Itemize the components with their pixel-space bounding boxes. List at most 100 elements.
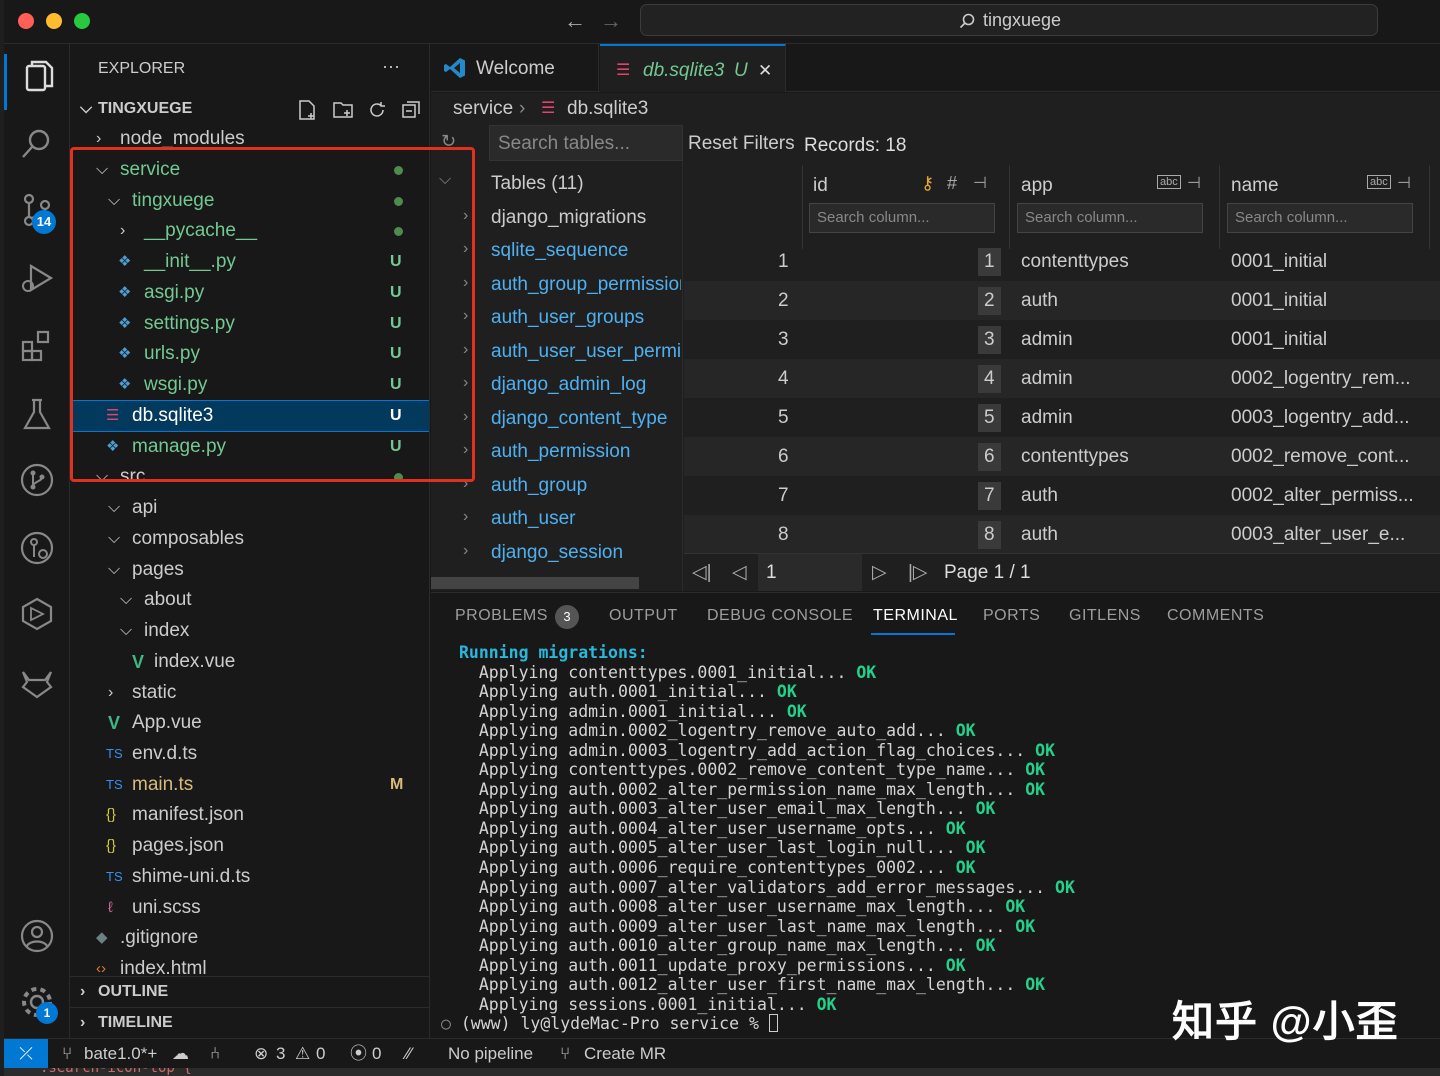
table-row[interactable]: 5 5 admin 0003_logentry_add... [684, 398, 1440, 437]
remote-indicator-icon[interactable]: ⤫ [4, 1039, 48, 1069]
table-item[interactable]: auth_permission [491, 441, 681, 463]
ports-icon[interactable]: ⦿ [350, 1039, 367, 1069]
pin-icon[interactable]: ⊣ [1397, 173, 1411, 193]
tab-ports[interactable]: PORTS [983, 607, 1040, 625]
tree-file-manifest-json[interactable]: {} manifest.json [70, 800, 429, 830]
tree-file-uni-scss[interactable]: ℓ uni.scss [70, 893, 429, 923]
table-item[interactable]: django_content_type [491, 408, 681, 430]
tree-folder-static[interactable]: › static [70, 678, 429, 708]
tree-file-manage-py[interactable]: ❖ manage.py U [70, 432, 429, 462]
tree-file-pages-json[interactable]: {} pages.json [70, 831, 429, 861]
gitlab-icon[interactable] [17, 662, 57, 702]
table-item[interactable]: auth_group_permissions [491, 274, 681, 296]
tree-folder-tingxuege[interactable]: ⌵ tingxuege [70, 186, 429, 216]
command-center[interactable]: tingxuege [640, 4, 1378, 36]
tree-folder-api[interactable]: ⌵ api [70, 493, 429, 523]
column-header-id[interactable]: id ⚷ # ⊣ Search column... [802, 165, 1010, 249]
search-icon[interactable] [17, 124, 57, 164]
tree-folder-pages[interactable]: ⌵ pages [70, 555, 429, 585]
tab-problems[interactable]: PROBLEMS [455, 607, 548, 625]
horizontal-scrollbar[interactable] [431, 577, 639, 589]
new-file-icon[interactable] [296, 99, 318, 121]
table-item[interactable]: auth_group [491, 475, 681, 497]
new-folder-icon[interactable] [332, 99, 354, 121]
table-row[interactable]: 1 1 contenttypes 0001_initial [684, 242, 1440, 281]
tree-file-shime-uni-d-ts[interactable]: TS shime-uni.d.ts [70, 862, 429, 892]
search-column-input[interactable]: Search column... [1017, 203, 1203, 233]
last-page-icon[interactable]: |▷ [908, 554, 928, 592]
tree-folder-src[interactable]: ⌵ src [70, 462, 429, 492]
tree-file-index-vue[interactable]: Vindex.vue [70, 647, 429, 677]
tree-file-settings-py[interactable]: ❖ settings.py U [70, 309, 429, 339]
table-row[interactable]: 8 8 auth 0003_alter_user_e... [684, 515, 1440, 554]
tree-file-main-ts[interactable]: TS main.ts M [70, 770, 429, 800]
breadcrumb-file[interactable]: db.sqlite3 [567, 93, 648, 125]
table-item[interactable]: sqlite_sequence [491, 240, 681, 262]
tab-gitlens[interactable]: GITLENS [1069, 607, 1141, 625]
branch-name[interactable]: bate1.0*+ [84, 1039, 157, 1069]
tree-file-wsgi-py[interactable]: ❖ wsgi.py U [70, 370, 429, 400]
column-header-name[interactable]: name abc ⊣ Search column... [1221, 165, 1430, 249]
tree-file-urls-py[interactable]: ❖ urls.py U [70, 339, 429, 369]
remote-explorer-icon[interactable] [17, 528, 57, 568]
page-input[interactable]: 1 [758, 554, 862, 591]
outline-section[interactable]: › OUTLINE [70, 976, 429, 1006]
tab-terminal[interactable]: TERMINAL [873, 607, 958, 625]
minimize-window-button[interactable] [46, 13, 62, 29]
cube-icon[interactable] [17, 594, 57, 634]
tab-welcome[interactable]: Welcome [431, 44, 599, 92]
pipeline-status[interactable]: No pipeline [448, 1039, 533, 1069]
terminal-prompt[interactable]: ○ (www) ly@lydeMac-Pro service % [441, 1014, 1075, 1034]
testing-icon[interactable] [17, 394, 57, 434]
sync-icon[interactable]: ☁ [172, 1039, 189, 1069]
extensions-icon[interactable] [17, 326, 57, 366]
workspace-root[interactable]: ⌵ TINGXUEGE [70, 94, 429, 124]
table-item[interactable]: auth_user [491, 508, 681, 530]
error-icon[interactable]: ⊗ [254, 1039, 268, 1069]
pin-icon[interactable]: ⊣ [1187, 173, 1201, 193]
table-row[interactable]: 6 6 contenttypes 0002_remove_cont... [684, 437, 1440, 476]
close-tab-icon[interactable]: ✕ [758, 46, 772, 96]
forward-arrow-icon[interactable]: → [600, 8, 622, 34]
tree-folder-pycache[interactable]: › __pycache__ [70, 216, 429, 246]
maximize-window-button[interactable] [74, 13, 90, 29]
tree-folder-index[interactable]: ⌵ index [70, 616, 429, 646]
next-page-icon[interactable]: ▷ [872, 554, 887, 592]
reset-filters-button[interactable]: Reset Filters [688, 133, 795, 155]
tree-folder-about[interactable]: ⌵ about [70, 585, 429, 615]
timeline-section[interactable]: › TIMELINE [70, 1007, 429, 1037]
account-icon[interactable] [17, 916, 57, 956]
table-row[interactable]: 4 4 admin 0002_logentry_rem... [684, 359, 1440, 398]
more-actions-icon[interactable]: ··· [382, 56, 400, 77]
create-mr-button[interactable]: Create MR [584, 1039, 666, 1069]
close-window-button[interactable] [18, 13, 34, 29]
table-item[interactable]: auth_user_user_permissions [491, 341, 681, 363]
tree-folder-node-modules[interactable]: › node_modules [70, 124, 429, 154]
column-header-app[interactable]: app abc ⊣ Search column... [1011, 165, 1220, 249]
tree-file-env-d-ts[interactable]: TS env.d.ts [70, 739, 429, 769]
chevron-down-icon[interactable]: ⌵ [439, 171, 451, 189]
search-column-input[interactable]: Search column... [809, 203, 995, 233]
terminal-output[interactable]: Running migrations: Applying contenttype… [441, 643, 1075, 1034]
search-column-input[interactable]: Search column... [1227, 203, 1413, 233]
tab-output[interactable]: OUTPUT [609, 607, 678, 625]
table-row[interactable]: 2 2 auth 0001_initial [684, 281, 1440, 320]
tree-file-init-py[interactable]: ❖ __init__.py U [70, 247, 429, 277]
tree-file-gitignore[interactable]: ◆ .gitignore [70, 923, 429, 953]
tree-folder-service[interactable]: ⌵ service [70, 155, 429, 185]
search-tables-input[interactable]: Search tables... [489, 125, 683, 161]
git-graph-icon[interactable] [17, 460, 57, 500]
tree-file-app-vue[interactable]: V App.vue [70, 708, 429, 738]
tree-file-db-sqlite3[interactable]: ☰ db.sqlite3 U [70, 400, 429, 432]
table-row[interactable]: 3 3 admin 0001_initial [684, 320, 1440, 359]
table-item[interactable]: django_admin_log [491, 374, 681, 396]
tab-comments[interactable]: COMMENTS [1167, 607, 1264, 625]
refresh-icon[interactable]: ↻ [441, 131, 456, 152]
back-arrow-icon[interactable]: ← [564, 8, 586, 34]
table-item[interactable]: django_session [491, 542, 681, 564]
tab-debug-console[interactable]: DEBUG CONSOLE [707, 607, 853, 625]
prev-page-icon[interactable]: ◁ [732, 554, 747, 592]
collapse-all-icon[interactable] [400, 99, 422, 121]
explorer-icon[interactable] [17, 56, 57, 96]
breadcrumb-folder[interactable]: service [453, 93, 513, 125]
